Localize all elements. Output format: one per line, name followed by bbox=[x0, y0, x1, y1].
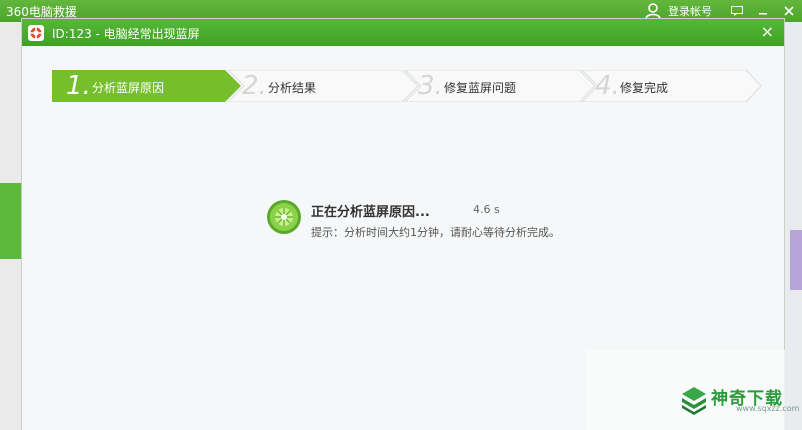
dialog-close-button[interactable]: × bbox=[761, 22, 774, 41]
watermark-url: www.sqxzz.com bbox=[736, 404, 800, 413]
elapsed-time: 4.6 s bbox=[473, 203, 500, 216]
background-scroll-marker bbox=[790, 230, 802, 290]
step-1-label: 分析蓝屏原因 bbox=[92, 81, 165, 95]
step-1-number: 1. bbox=[66, 71, 91, 101]
dialog-titlebar[interactable]: ID:123 - 电脑经常出现蓝屏 × bbox=[22, 19, 784, 46]
close-icon bbox=[784, 6, 794, 16]
step-4-label: 修复完成 bbox=[620, 81, 669, 95]
dialog-title: ID:123 - 电脑经常出现蓝屏 bbox=[52, 27, 200, 41]
login-label: 登录帐号 bbox=[668, 5, 712, 18]
loading-spinner-icon bbox=[267, 200, 301, 234]
progress-steps: 1. 分析蓝屏原因 2. 分析结果 3. 修复蓝屏问题 4. 修复完成 bbox=[52, 70, 762, 102]
lifebuoy-icon bbox=[28, 25, 44, 41]
status-title: 正在分析蓝屏原因... bbox=[311, 205, 430, 220]
step-3-label: 修复蓝屏问题 bbox=[444, 81, 517, 95]
watermark-logo-icon bbox=[682, 387, 706, 415]
message-icon bbox=[731, 6, 743, 16]
step-2-number: 2. bbox=[242, 71, 267, 101]
step-2-label: 分析结果 bbox=[268, 81, 317, 95]
status-hint: 提示：分析时间大约1分钟，请耐心等待分析完成。 bbox=[311, 226, 560, 239]
minimize-icon bbox=[759, 13, 767, 15]
step-4-number: 4. bbox=[595, 71, 620, 101]
step-3-number: 3. bbox=[418, 71, 443, 101]
